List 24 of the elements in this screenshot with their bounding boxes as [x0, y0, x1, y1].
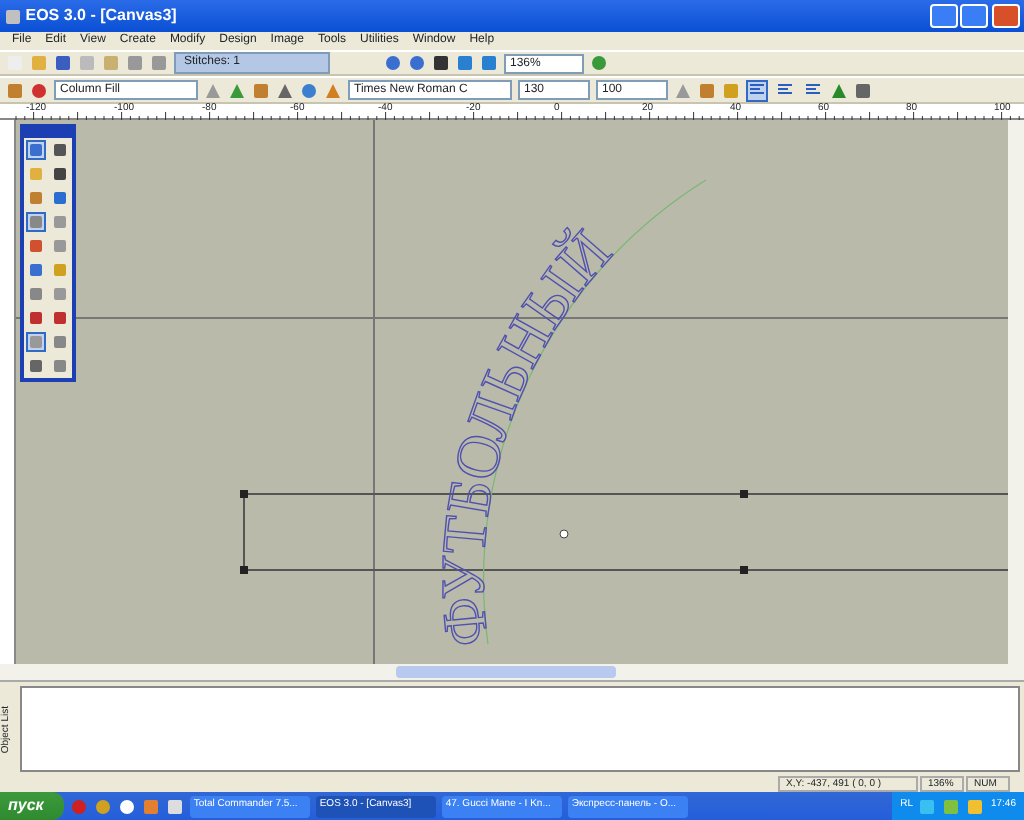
selection-handle[interactable] [240, 566, 248, 574]
center-handle[interactable] [559, 529, 569, 539]
tool-button[interactable] [26, 260, 46, 280]
scrollbar-thumb[interactable] [396, 666, 616, 678]
selection-handle[interactable] [740, 566, 748, 574]
tool-button[interactable] [26, 332, 46, 352]
tool-button[interactable] [50, 140, 70, 160]
tool-button[interactable] [26, 212, 46, 232]
tool-button[interactable] [26, 308, 46, 328]
selection-handle[interactable] [240, 490, 248, 498]
tool-button[interactable] [26, 140, 46, 160]
minimize-button[interactable] [929, 4, 957, 28]
maximize-button[interactable] [960, 4, 989, 28]
tool-button[interactable] [50, 164, 70, 184]
tool-button[interactable] [26, 236, 46, 256]
window-title: EOS 3.0 - [Canvas3] [25, 4, 177, 28]
close-button[interactable] [992, 4, 1020, 28]
tool-button[interactable] [26, 356, 46, 376]
align-button[interactable] [746, 79, 768, 101]
tool-button[interactable] [50, 308, 70, 328]
tool-button[interactable] [50, 188, 70, 208]
vertical-scrollbar[interactable] [1008, 120, 1024, 664]
start-button[interactable]: пуск [0, 792, 64, 820]
selection-handle[interactable] [740, 490, 748, 498]
